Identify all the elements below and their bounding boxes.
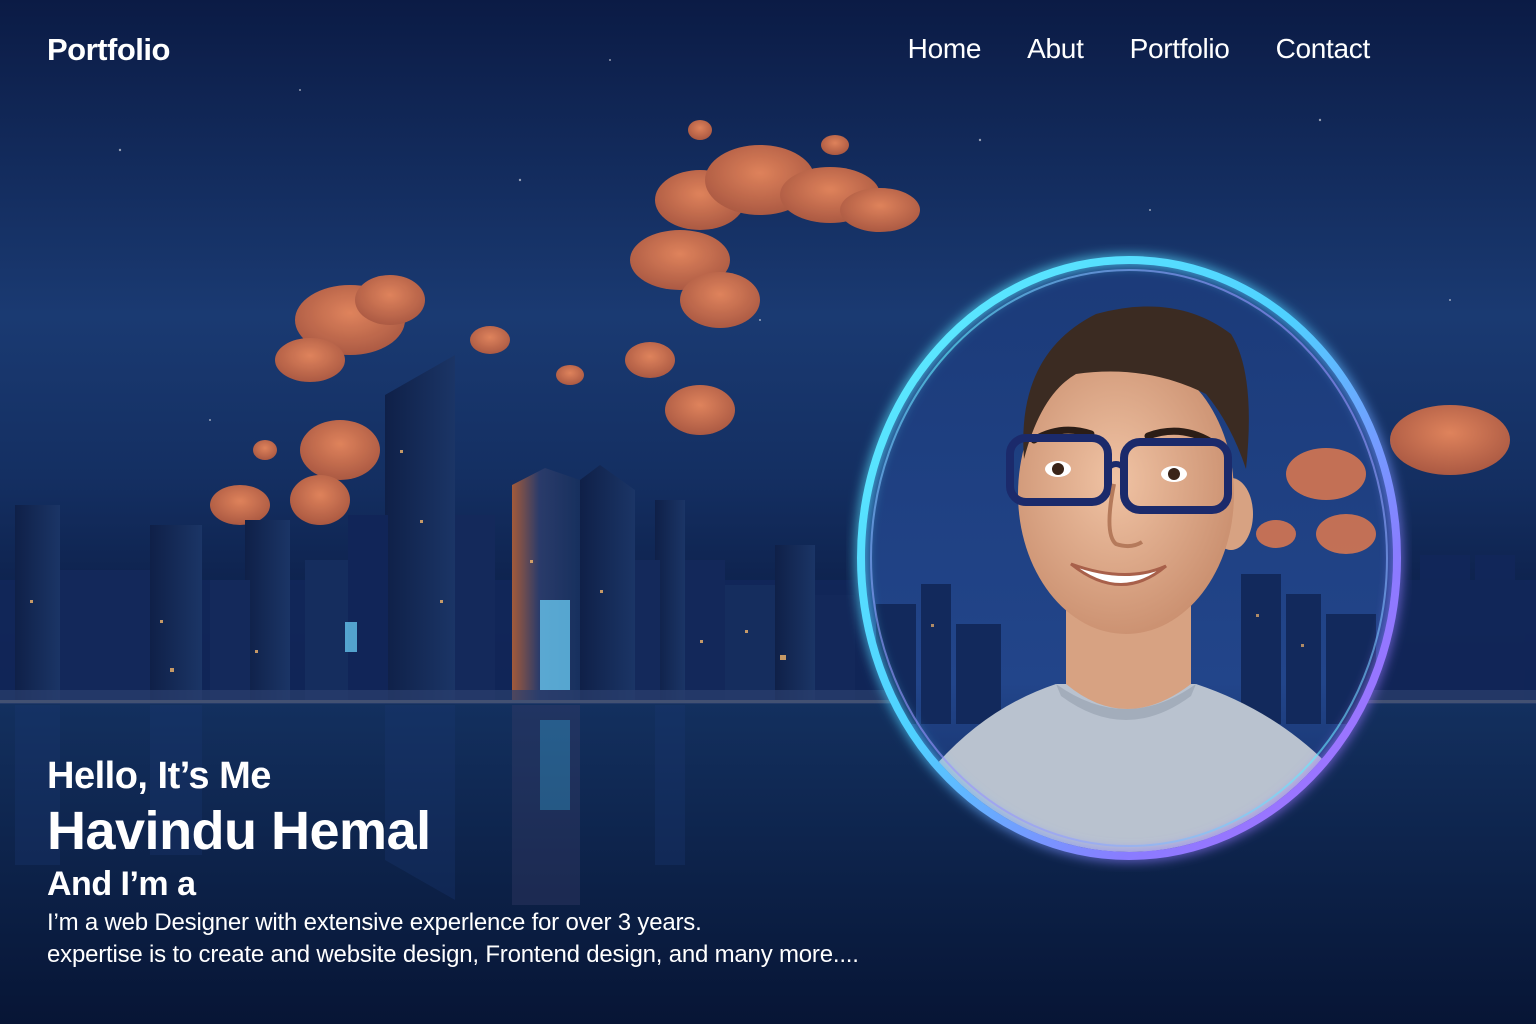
hero-role: And I’m a — [47, 865, 196, 903]
portfolio-page: Portfolio Home Abut Portfolio Contact He… — [0, 0, 1536, 1024]
hero-description: I’m a web Designer with extensive experl… — [47, 907, 1007, 971]
nav-contact[interactable]: Contact — [1276, 33, 1371, 65]
hero-greeting: Hello, It’s Me — [47, 755, 271, 797]
nav-home[interactable]: Home — [908, 33, 982, 65]
brand-logo[interactable]: Portfolio — [47, 32, 170, 68]
hero-section: Hello, It’s Me Havindu Hemal And I’m a I… — [47, 753, 1007, 971]
site-header: Portfolio Home Abut Portfolio Contact — [0, 0, 1536, 100]
description-line-2: expertise is to create and website desig… — [47, 941, 859, 968]
nav-portfolio[interactable]: Portfolio — [1130, 33, 1230, 65]
hero-name: Havindu Hemal — [47, 801, 431, 861]
description-line-1: I’m a web Designer with extensive experl… — [47, 909, 702, 936]
nav-about[interactable]: Abut — [1027, 33, 1084, 65]
main-nav: Home Abut Portfolio Contact — [908, 33, 1371, 65]
